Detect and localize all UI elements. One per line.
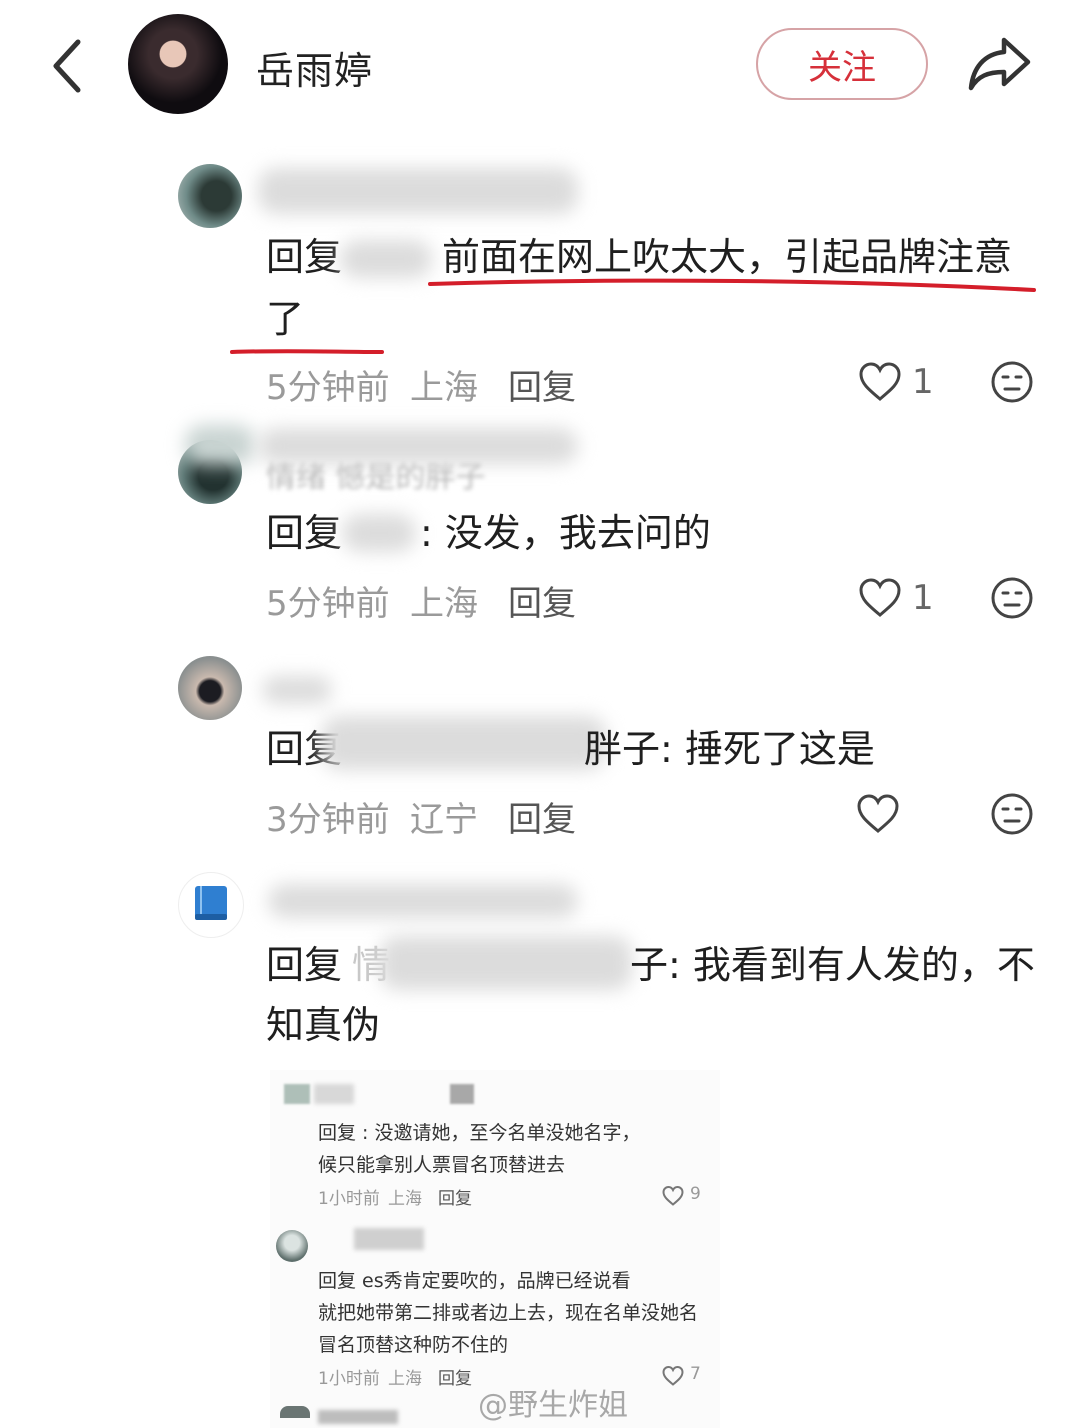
blurred-username [258, 168, 578, 214]
comment-time: 5分钟前 [266, 584, 390, 624]
comment-text: 胖子: 捶死了这是 [584, 727, 875, 771]
embedded-avatar [280, 1406, 310, 1418]
embedded-like-count: 9 [690, 1184, 701, 1204]
heart-icon[interactable] [858, 362, 902, 402]
comment-location: 上海 [410, 584, 478, 624]
heart-icon [662, 1366, 684, 1386]
author-avatar[interactable] [128, 14, 228, 114]
blurred-avatar [284, 1084, 310, 1104]
comment-location: 辽宁 [410, 800, 478, 840]
comment-text-continued: 知真伪 [266, 1003, 381, 1047]
heart-icon[interactable] [856, 794, 900, 834]
neutral-face-icon[interactable] [990, 360, 1034, 404]
embedded-screenshot: 回复 : 没邀请她，至今名单没她名字， 候只能拿别人票冒名顶替进去 1小时前 上… [270, 1070, 720, 1428]
blurred-mention [322, 716, 606, 770]
blurred-username [450, 1084, 474, 1104]
embedded-comment-line: 候只能拿别人票冒名顶替进去 [318, 1154, 566, 1176]
embedded-location: 上海 [388, 1189, 422, 1209]
blurred-mention [342, 514, 416, 552]
reply-button[interactable]: 回复 [508, 360, 576, 409]
reply-prefix: 回复 [266, 943, 343, 987]
follow-button[interactable]: 关注 [756, 28, 928, 100]
watermark: @野生炸姐 [478, 1388, 628, 1423]
blurred-username [318, 1410, 398, 1424]
embedded-reply: 回复 [438, 1189, 472, 1209]
reply-button[interactable]: 回复 [508, 792, 576, 841]
embedded-time: 1小时前 [318, 1189, 380, 1209]
blurred-username [314, 1084, 354, 1104]
comment-time: 3分钟前 [266, 800, 390, 840]
blurred-username [262, 676, 332, 704]
commenter-avatar[interactable] [178, 656, 242, 720]
embedded-avatar [276, 1230, 308, 1262]
commenter-avatar[interactable] [178, 164, 242, 228]
blurred-mention [380, 936, 632, 990]
blurred-username [258, 428, 578, 464]
like-count: 1 [912, 362, 934, 402]
share-icon[interactable] [966, 34, 1032, 94]
comment-text: 前面在网上吹太大，引起品牌注意 [442, 235, 1013, 279]
comment-location: 上海 [410, 368, 478, 408]
embedded-reply: 回复 [438, 1369, 472, 1389]
comment-text: : 没发，我去问的 [420, 511, 711, 555]
blurred-username [354, 1228, 424, 1250]
neutral-face-icon[interactable] [990, 792, 1034, 836]
neutral-face-icon[interactable] [990, 576, 1034, 620]
blurred-mention [340, 240, 432, 278]
comment-time: 5分钟前 [266, 368, 390, 408]
blurred-avatar-overlay [185, 425, 255, 465]
embedded-location: 上海 [388, 1369, 422, 1389]
comment-text-continued: 了 [266, 297, 305, 341]
blurred-username [268, 884, 578, 918]
like-count: 1 [912, 578, 934, 618]
comment-text: 子: 我看到有人发的，不 [630, 943, 1035, 987]
reply-button[interactable]: 回复 [508, 576, 576, 625]
reply-prefix: 回复 [266, 235, 343, 279]
reply-prefix: 回复 [266, 511, 343, 555]
embedded-comment-line: 就把她带第二排或者边上去，现在名单没她名 [318, 1302, 699, 1324]
author-name[interactable]: 岳雨婷 [256, 40, 373, 95]
embedded-comment-line: 回复 es秀肯定要吹的，品牌已经说看 [318, 1270, 631, 1292]
embedded-like-count: 7 [690, 1364, 701, 1384]
heart-icon [662, 1186, 684, 1206]
back-arrow-icon[interactable] [48, 36, 88, 96]
embedded-comment-line: 冒名顶替这种防不住的 [318, 1334, 509, 1356]
embedded-comment-line: 回复 : 没邀请她，至今名单没她名字， [318, 1122, 641, 1144]
embedded-time: 1小时前 [318, 1369, 380, 1389]
heart-icon[interactable] [858, 578, 902, 618]
book-icon [195, 886, 227, 920]
